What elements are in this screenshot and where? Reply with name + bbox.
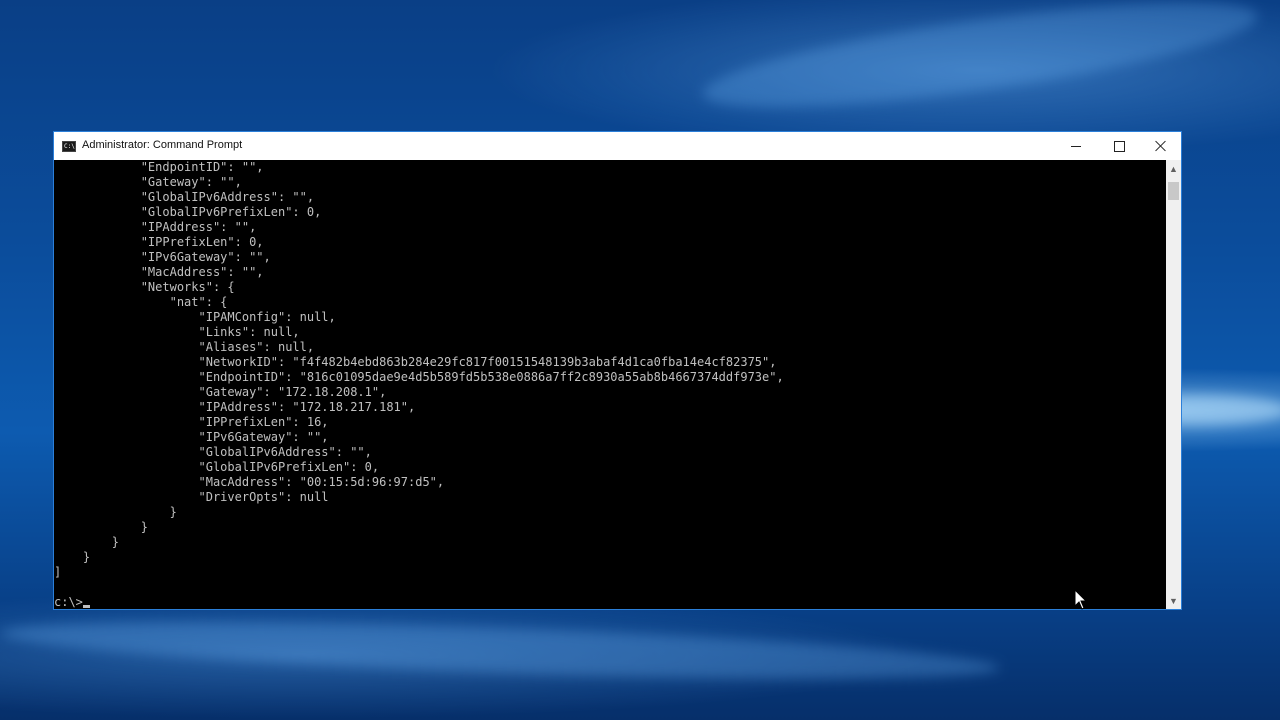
mouse-pointer-icon xyxy=(1074,589,1088,610)
wallpaper-light-streak xyxy=(697,0,1263,129)
console-line: "IPPrefixLen": 0, xyxy=(54,235,264,249)
cmd-icon[interactable]: C:\ xyxy=(62,141,76,152)
console-line: "EndpointID": "", xyxy=(54,160,264,174)
minimize-button[interactable] xyxy=(1054,132,1098,160)
console-line: "nat": { xyxy=(54,295,228,309)
console-line: } xyxy=(54,535,120,549)
wallpaper-light-streak xyxy=(0,610,1001,691)
close-icon xyxy=(1155,140,1167,152)
close-button[interactable] xyxy=(1139,132,1183,160)
scroll-down-button[interactable]: ▼ xyxy=(1166,592,1181,609)
console-output[interactable]: "EndpointID": "", "Gateway": "", "Global… xyxy=(54,160,1166,609)
console-line: } xyxy=(54,505,177,519)
vertical-scrollbar[interactable]: ▲ ▼ xyxy=(1166,160,1181,609)
minimize-icon xyxy=(1071,145,1081,147)
maximize-button[interactable] xyxy=(1097,132,1141,160)
console-line: "GlobalIPv6Address": "", xyxy=(54,190,315,204)
chevron-up-icon: ▲ xyxy=(1169,163,1178,174)
prompt-text: c:\> xyxy=(54,595,83,609)
console-line: "IPv6Gateway": "", xyxy=(54,250,271,264)
console-line: } xyxy=(54,520,148,534)
console-line: "DriverOpts": null xyxy=(54,490,329,504)
window-title: Administrator: Command Prompt xyxy=(82,139,243,151)
console-line: "GlobalIPv6PrefixLen": 0, xyxy=(54,205,322,219)
console-line: "NetworkID": "f4f482b4ebd863b284e29fc817… xyxy=(54,355,777,369)
console-line: "Links": null, xyxy=(54,325,300,339)
text-cursor xyxy=(82,605,90,608)
scroll-up-button[interactable]: ▲ xyxy=(1166,160,1181,177)
console-line: "EndpointID": "816c01095dae9e4d5b589fd5b… xyxy=(54,370,784,384)
maximize-icon xyxy=(1113,140,1125,152)
title-bar[interactable]: C:\ Administrator: Command Prompt xyxy=(54,132,1181,160)
scrollbar-thumb[interactable] xyxy=(1168,182,1179,200)
console-line: "MacAddress": "", xyxy=(54,265,264,279)
console-line: "MacAddress": "00:15:5d:96:97:d5", xyxy=(54,475,445,489)
console-line: ] xyxy=(54,565,62,579)
console-text: "EndpointID": "", "Gateway": "", "Global… xyxy=(54,160,1166,595)
console-line: "GlobalIPv6Address": "", xyxy=(54,445,372,459)
console-line: "IPAddress": "172.18.217.181", xyxy=(54,400,416,414)
console-line: "GlobalIPv6PrefixLen": 0, xyxy=(54,460,380,474)
console-line: "Networks": { xyxy=(54,280,235,294)
console-line: } xyxy=(54,550,91,564)
console-line: "IPv6Gateway": "", xyxy=(54,430,329,444)
console-line: "IPAddress": "", xyxy=(54,220,257,234)
prompt-line[interactable]: c:\> xyxy=(54,595,1166,609)
command-prompt-window[interactable]: C:\ Administrator: Command Prompt "Endpo… xyxy=(53,131,1182,610)
console-line: "Gateway": "", xyxy=(54,175,242,189)
console-line: "Aliases": null, xyxy=(54,340,315,354)
console-line: "IPPrefixLen": 16, xyxy=(54,415,329,429)
console-line: "Gateway": "172.18.208.1", xyxy=(54,385,387,399)
chevron-down-icon: ▼ xyxy=(1169,595,1178,606)
console-line: "IPAMConfig": null, xyxy=(54,310,336,324)
